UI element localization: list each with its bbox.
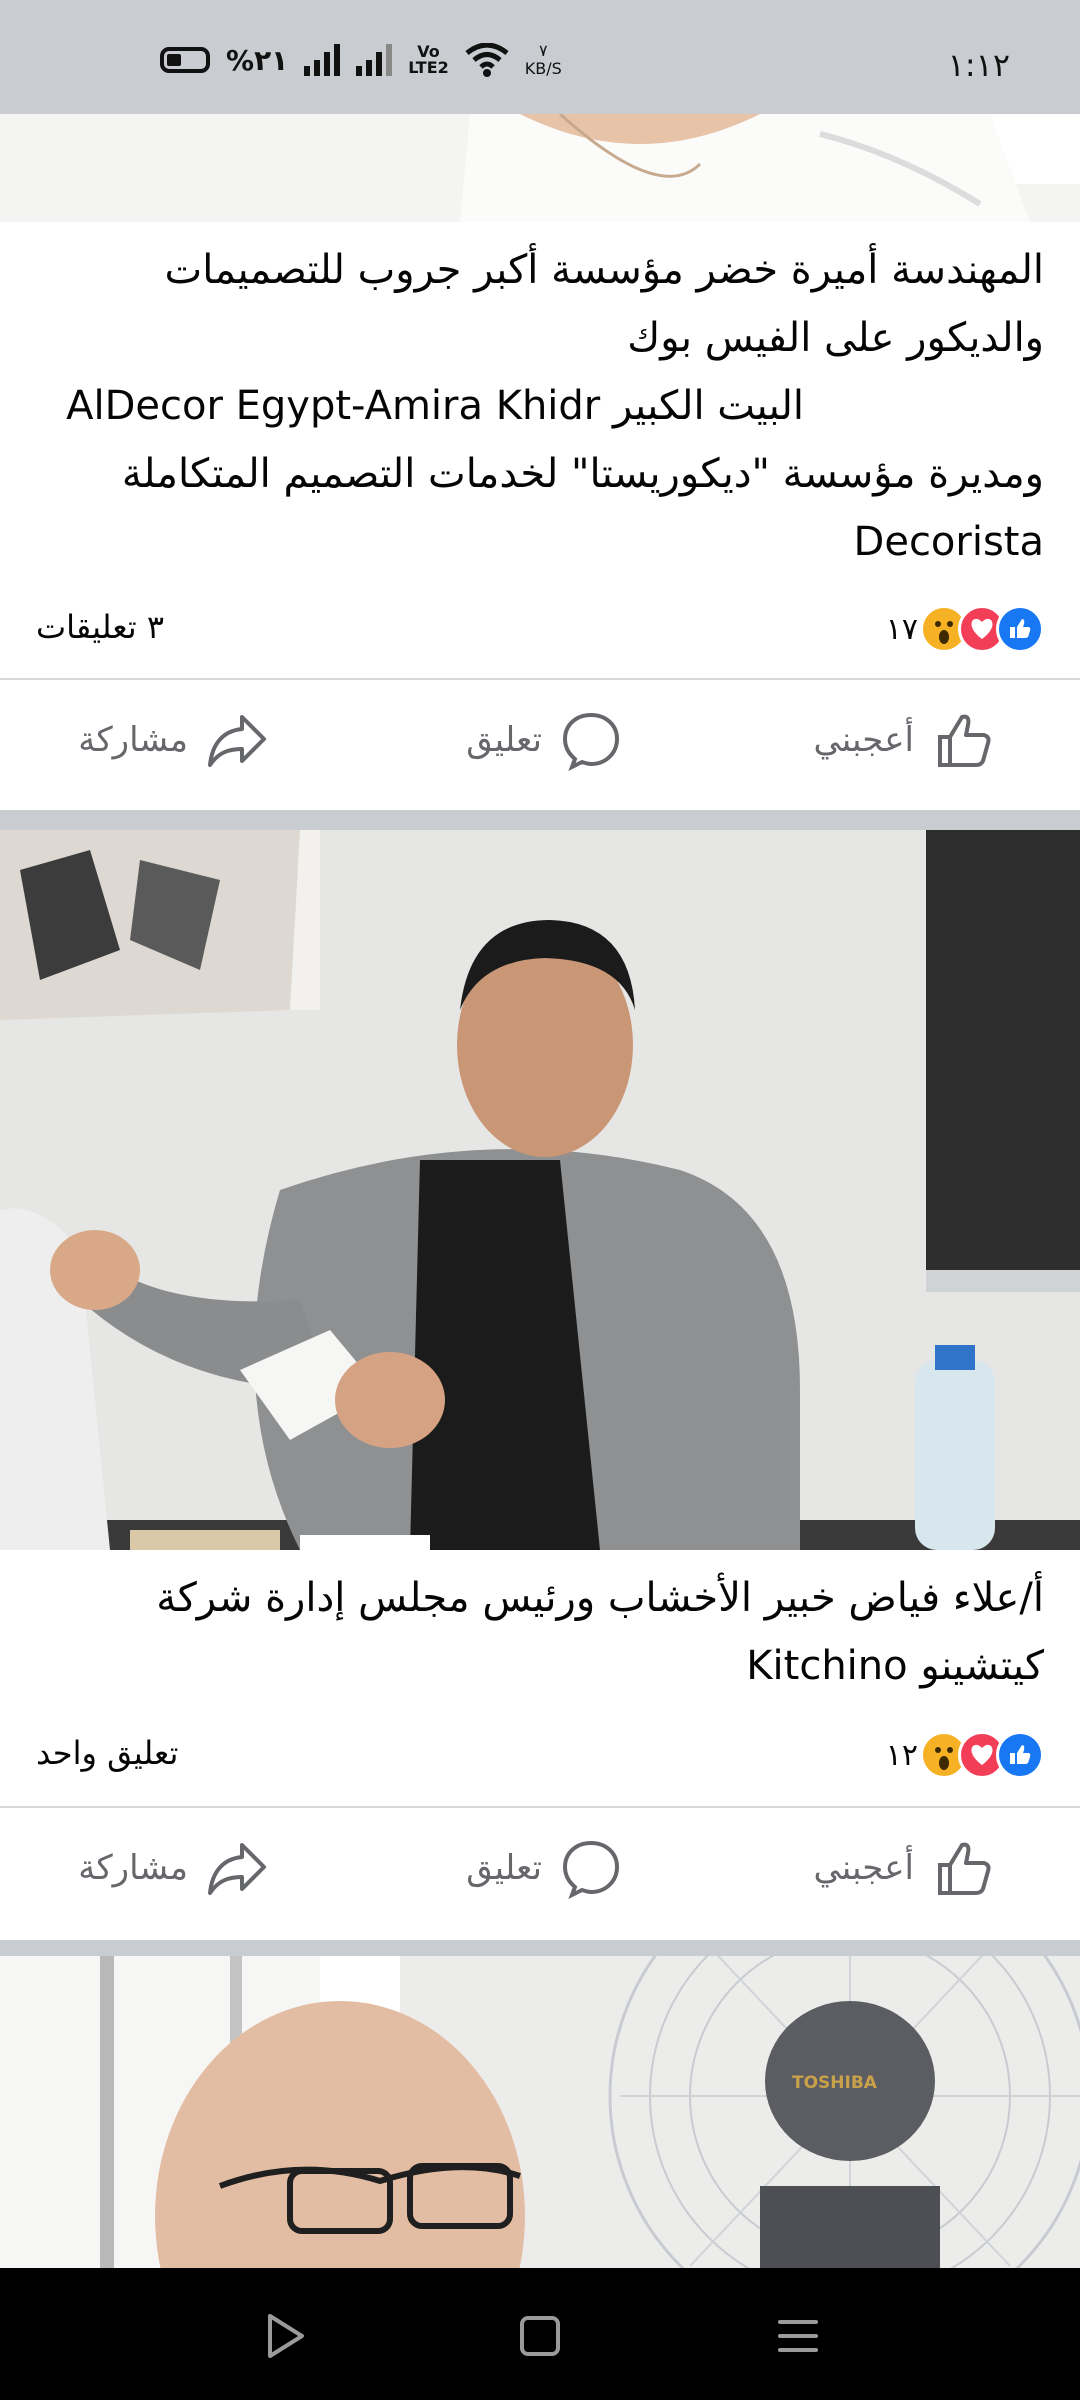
clock: ١:١٢ xyxy=(947,46,1010,84)
title-line: أ/علاء فياض خبير الأخشاب ورئيس مجلس إدار… xyxy=(156,1575,1044,1621)
volte-icon: Vo LTE2 xyxy=(408,42,449,77)
speed-value: ٧ xyxy=(538,41,548,60)
post-title[interactable]: أ/علاء فياض خبير الأخشاب ورئيس مجلس إدار… xyxy=(36,1564,1044,1700)
title-line: ومديرة مؤسسة "ديكوريستا" لخدمات التصميم … xyxy=(121,451,1044,497)
title-line: المهندسة أميرة خضر مؤسسة أكبر جروب للتصم… xyxy=(164,247,1044,293)
post-photo[interactable]: TOSHIBA xyxy=(0,1956,1080,2268)
signal-icon xyxy=(304,44,341,76)
comment-button[interactable]: تعليق xyxy=(466,680,622,800)
title-line: Decorista xyxy=(853,519,1044,565)
comment-button[interactable]: تعليق xyxy=(466,1808,622,1928)
thumbs-up-icon xyxy=(938,1842,991,1895)
like-button[interactable]: أعجبني xyxy=(813,680,994,800)
title-line: كيتشينو Kitchino xyxy=(746,1643,1044,1689)
title-line: البيت الكبير AlDecor Egypt-Amira Khidr xyxy=(66,383,804,429)
share-label: مشاركة xyxy=(78,1848,188,1888)
post-photo[interactable] xyxy=(0,114,1080,222)
title-line: والديكور على الفيس بوك xyxy=(627,315,1044,361)
share-arrow-icon xyxy=(208,715,266,767)
post-card: أ/علاء فياض خبير الأخشاب ورئيس مجلس إدار… xyxy=(0,1550,1080,1940)
wifi-icon xyxy=(465,43,509,77)
post-actions: أعجبني تعليق مشاركة xyxy=(0,680,1080,800)
post-title[interactable]: المهندسة أميرة خضر مؤسسة أكبر جروب للتصم… xyxy=(36,236,1044,576)
battery-icon xyxy=(160,47,210,73)
comment-label: تعليق xyxy=(466,720,542,760)
share-button[interactable]: مشاركة xyxy=(78,680,268,800)
share-button[interactable]: مشاركة xyxy=(78,1808,268,1928)
status-bar: %٢١ Vo LTE2 ٧ KB/S ١:١٢ xyxy=(0,0,1080,114)
back-icon[interactable] xyxy=(256,2308,312,2364)
post-actions: أعجبني تعليق مشاركة xyxy=(0,1808,1080,1928)
like-button[interactable]: أعجبني xyxy=(813,1808,994,1928)
thumbs-up-icon xyxy=(938,714,991,767)
share-arrow-icon xyxy=(208,1843,266,1895)
post-photo[interactable] xyxy=(0,830,1080,1550)
post-card: المهندسة أميرة خضر مؤسسة أكبر جروب للتصم… xyxy=(0,222,1080,810)
like-label: أعجبني xyxy=(813,720,914,760)
comment-bubble-icon xyxy=(562,1840,620,1899)
like-reaction-icon xyxy=(996,1731,1044,1779)
signal-2-icon xyxy=(356,44,393,76)
battery-level: %٢١ xyxy=(226,43,289,77)
like-reaction-icon xyxy=(996,605,1044,653)
comments-count[interactable]: تعليق واحد xyxy=(36,1734,178,1772)
comment-label: تعليق xyxy=(466,1848,542,1888)
reaction-count: ١٧ xyxy=(885,611,918,647)
system-navigation-bar xyxy=(0,2268,1080,2400)
reactions-summary[interactable]: ١٢ xyxy=(886,1730,1044,1780)
status-icons: %٢١ Vo LTE2 ٧ KB/S xyxy=(160,42,562,78)
comment-bubble-icon xyxy=(562,712,620,771)
recents-menu-icon[interactable] xyxy=(770,2308,826,2364)
home-icon[interactable] xyxy=(512,2308,568,2364)
like-label: أعجبني xyxy=(813,1848,914,1888)
reactions-summary[interactable]: ١٧ xyxy=(886,604,1044,654)
speed-unit: KB/S xyxy=(524,59,562,78)
reaction-count: ١٢ xyxy=(885,1737,918,1773)
fan-brand-label: TOSHIBA xyxy=(792,2073,878,2093)
share-label: مشاركة xyxy=(78,720,188,760)
network-speed: ٧ KB/S xyxy=(525,42,562,78)
comments-count[interactable]: ٣ تعليقات xyxy=(36,608,164,646)
